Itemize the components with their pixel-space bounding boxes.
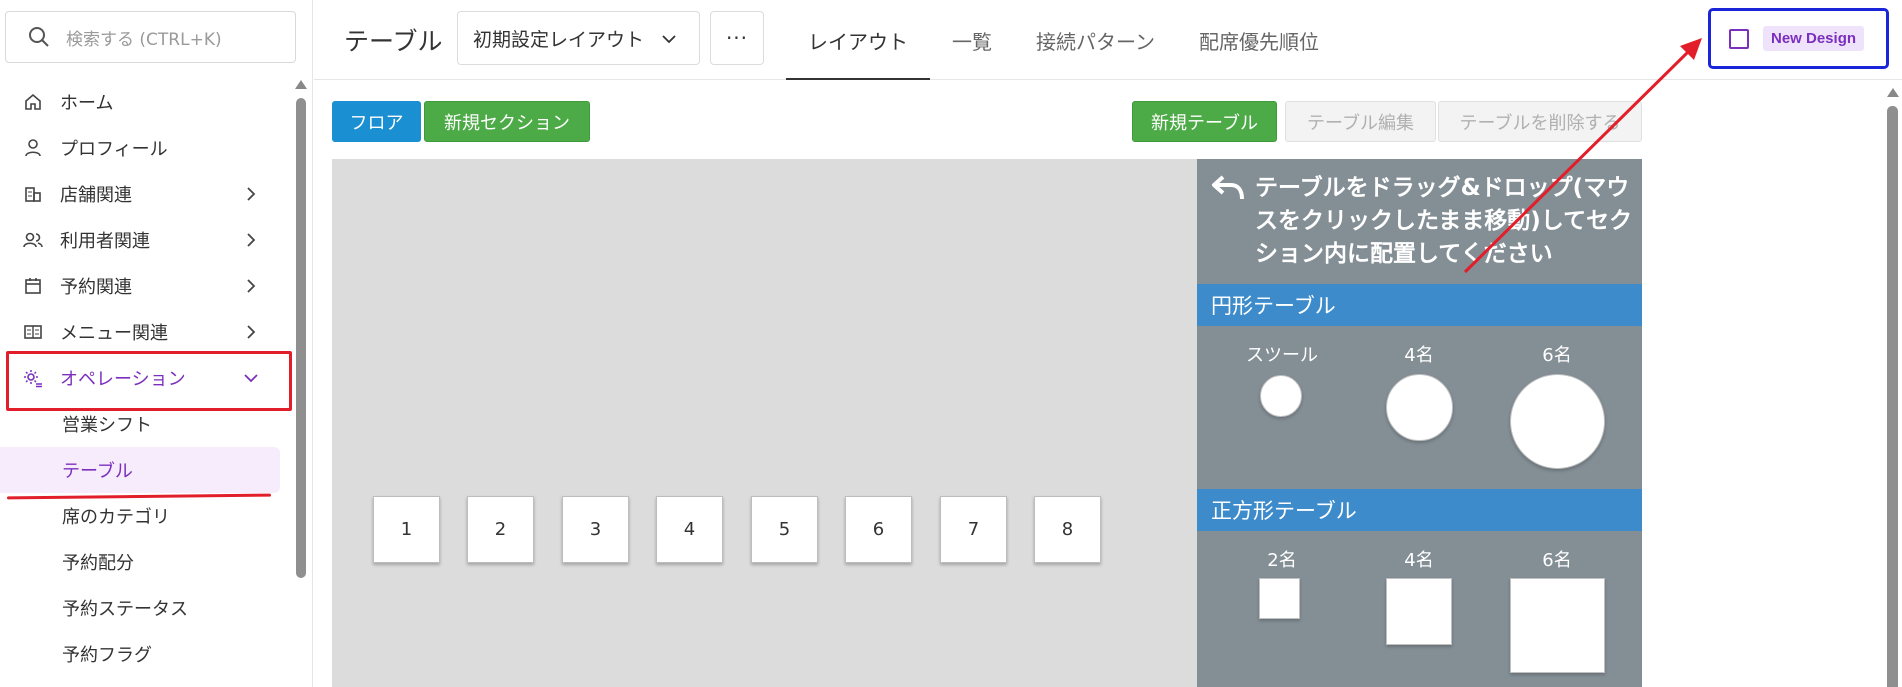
tab-seating-priority[interactable]: 配席優先順位 [1177, 0, 1341, 80]
table-tile[interactable]: 4 [656, 496, 723, 563]
sidebar-item-users[interactable]: 利用者関連 [0, 217, 290, 263]
sidebar-item-profile[interactable]: プロフィール [0, 125, 290, 171]
floor-button[interactable]: フロア [332, 101, 421, 142]
chevron-down-icon [662, 35, 676, 44]
sidebar-item-label: ホーム [60, 93, 114, 114]
table-tile[interactable]: 3 [562, 496, 629, 563]
sidebar-item-home[interactable]: ホーム [0, 79, 290, 125]
sidebar-subitem-table[interactable]: テーブル [0, 447, 280, 493]
gear-list-icon [22, 367, 44, 389]
new-section-button[interactable]: 新規セクション [424, 101, 590, 142]
building-icon [22, 183, 44, 205]
square-table-header: 正方形テーブル [1197, 489, 1642, 531]
square-table-6[interactable] [1510, 578, 1605, 673]
menu-book-icon [22, 321, 44, 343]
main-scrollbar[interactable] [1886, 88, 1900, 687]
sidebar-item-label: メニュー関連 [60, 323, 168, 344]
new-design-toggle[interactable]: New Design [1708, 8, 1889, 69]
sidebar-item-label: 利用者関連 [60, 231, 150, 252]
sidebar-item-label: 店舗関連 [60, 185, 132, 206]
layout-select[interactable]: 初期設定レイアウト [457, 11, 700, 65]
sidebar-item-operation[interactable]: オペレーション [0, 351, 292, 411]
table-tile[interactable]: 5 [751, 496, 818, 563]
circle-label-6: 6名 [1542, 345, 1572, 366]
chevron-right-icon [247, 325, 256, 339]
home-icon [22, 91, 44, 113]
sidebar-item-store[interactable]: 店舗関連 [0, 171, 290, 217]
table-palette: テーブルをドラッグ&ドロップ(マウスをクリックしたまま移動)してセクション内に配… [1197, 159, 1642, 687]
table-tile[interactable]: 7 [940, 496, 1007, 563]
palette-instruction: テーブルをドラッグ&ドロップ(マウスをクリックしたまま移動)してセクション内に配… [1255, 175, 1633, 267]
circle-table-header: 円形テーブル [1197, 284, 1642, 326]
calendar-icon [22, 275, 44, 297]
new-design-checkbox[interactable] [1729, 28, 1749, 49]
square-label-2: 2名 [1267, 550, 1297, 571]
users-icon [22, 229, 44, 251]
new-design-badge: New Design [1763, 26, 1865, 51]
undo-arrow-icon[interactable] [1211, 173, 1245, 203]
table-tile[interactable]: 8 [1034, 496, 1101, 563]
sidebar-item-label: プロフィール [60, 139, 168, 160]
layout-select-value: 初期設定レイアウト [473, 28, 645, 51]
page-header: テーブル 初期設定レイアウト ··· レイアウト 一覧 接続パターン 配席優先順… [314, 0, 1902, 80]
tab-bar: レイアウト 一覧 接続パターン 配席優先順位 [786, 0, 1341, 80]
chevron-right-icon [247, 279, 256, 293]
tab-layout[interactable]: レイアウト [786, 0, 930, 80]
tab-list[interactable]: 一覧 [930, 0, 1014, 80]
sidebar-menu: ホーム プロフィール 店舗関連 利用者関連 予約関連 メニュー関連 オペレーショ… [0, 79, 292, 677]
table-tile[interactable]: 6 [845, 496, 912, 563]
sidebar-subitem-flag[interactable]: 予約フラグ [0, 631, 290, 677]
new-table-button[interactable]: 新規テーブル [1132, 101, 1277, 142]
sidebar-item-menu[interactable]: メニュー関連 [0, 309, 290, 355]
page-title: テーブル [344, 27, 443, 56]
sidebar-item-label: 予約関連 [60, 277, 132, 298]
sidebar-item-label: オペレーション [60, 369, 186, 390]
circle-label-stool: スツール [1246, 345, 1318, 366]
chevron-down-icon [244, 374, 258, 383]
table-tile[interactable]: 1 [373, 496, 440, 563]
sidebar-subitem-status[interactable]: 予約ステータス [0, 585, 290, 631]
square-label-6: 6名 [1542, 550, 1572, 571]
delete-table-button[interactable]: テーブルを削除する [1438, 101, 1642, 142]
chevron-right-icon [247, 187, 256, 201]
circle-table-6[interactable] [1510, 374, 1605, 469]
sidebar-item-reservation[interactable]: 予約関連 [0, 263, 290, 309]
edit-table-button[interactable]: テーブル編集 [1285, 101, 1436, 142]
table-tile[interactable]: 2 [467, 496, 534, 563]
square-label-4: 4名 [1404, 550, 1434, 571]
scrollbar-thumb[interactable] [1887, 106, 1898, 687]
sidebar: 検索する (CTRL+K) ホーム プロフィール 店舗関連 利用者関連 予約関連 [0, 0, 313, 687]
search-icon [29, 27, 49, 47]
circle-table-stool[interactable] [1260, 375, 1302, 417]
sidebar-scrollbar[interactable] [295, 80, 307, 687]
square-table-2[interactable] [1259, 578, 1300, 619]
floor-canvas[interactable] [332, 159, 1197, 687]
user-icon [22, 137, 44, 159]
scroll-up-arrow-icon[interactable] [295, 80, 307, 89]
search-input[interactable]: 検索する (CTRL+K) [5, 11, 296, 63]
sidebar-subitem-allocation[interactable]: 予約配分 [0, 539, 290, 585]
circle-label-4: 4名 [1404, 345, 1434, 366]
chevron-right-icon [247, 233, 256, 247]
search-placeholder: 検索する (CTRL+K) [66, 29, 222, 50]
scrollbar-thumb[interactable] [296, 98, 306, 578]
more-options-button[interactable]: ··· [710, 11, 764, 65]
sidebar-subitem-seat-category[interactable]: 席のカテゴリ [0, 493, 290, 539]
tab-connection-pattern[interactable]: 接続パターン [1014, 0, 1177, 80]
scroll-up-arrow-icon[interactable] [1887, 88, 1899, 97]
square-table-4[interactable] [1386, 578, 1452, 645]
circle-table-4[interactable] [1386, 374, 1453, 441]
